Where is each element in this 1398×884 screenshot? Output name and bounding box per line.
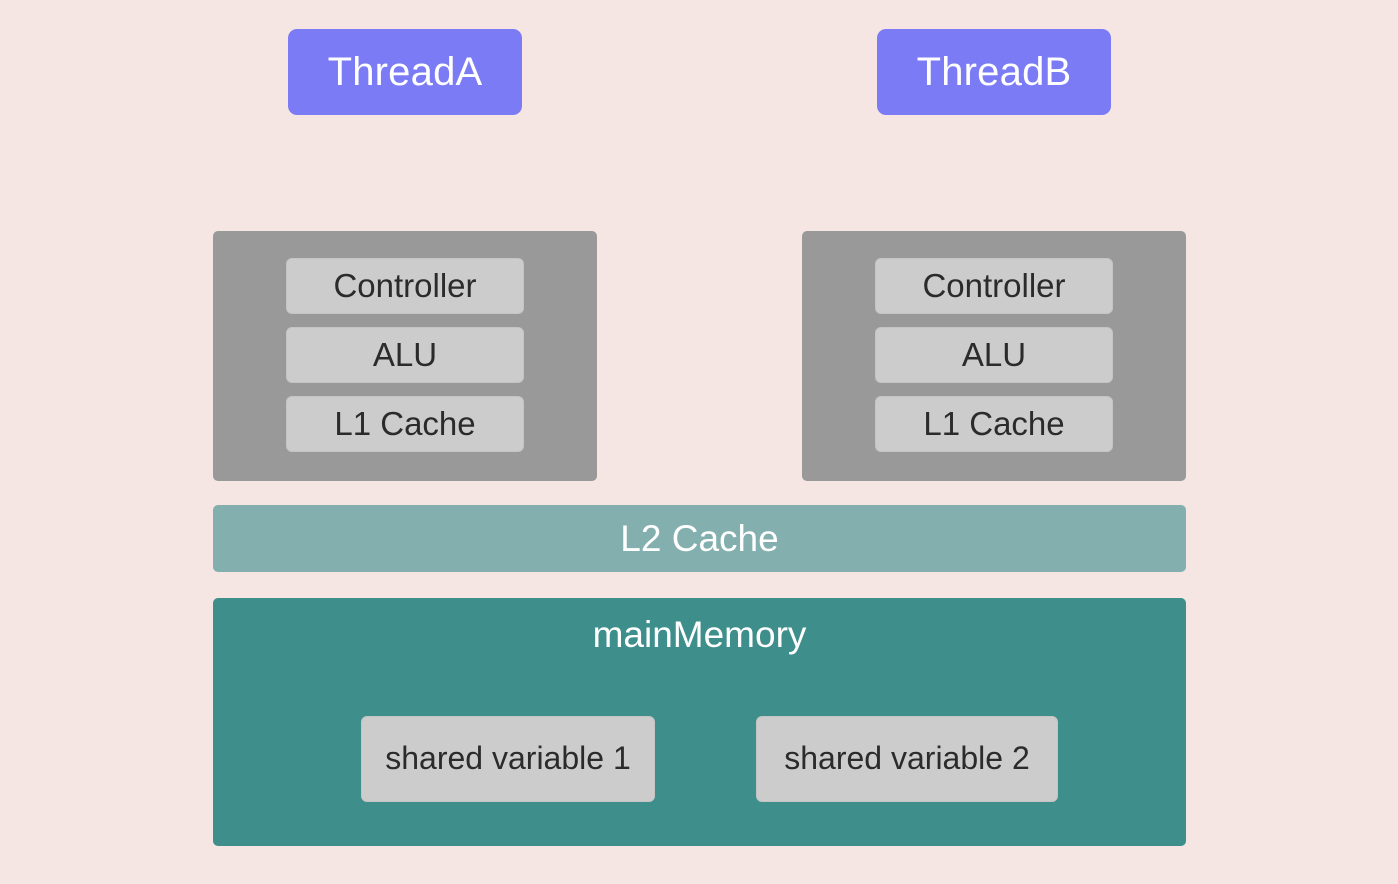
- shared-variable-1-label: shared variable 1: [385, 740, 631, 777]
- cpu-right-l1-cache-label: L1 Cache: [923, 404, 1065, 442]
- thread-box-b[interactable]: ThreadB: [877, 29, 1111, 115]
- cpu-right-alu[interactable]: ALU: [875, 327, 1113, 383]
- cpu-left-alu-label: ALU: [372, 335, 438, 373]
- cpu-right-alu-label: ALU: [961, 335, 1027, 373]
- memory-model-diagram: ThreadA ThreadB Controller ALU L1 Cache …: [0, 0, 1398, 884]
- cpu-right-controller-label: Controller: [922, 266, 1066, 304]
- cpu-left-alu[interactable]: ALU: [286, 327, 524, 383]
- l2-cache-box[interactable]: L2 Cache: [213, 505, 1186, 572]
- shared-variable-2-label: shared variable 2: [784, 740, 1030, 777]
- thread-b-label: ThreadB: [916, 49, 1072, 94]
- thread-a-label: ThreadA: [327, 49, 483, 94]
- cpu-left-l1-cache-label: L1 Cache: [334, 404, 476, 442]
- main-memory-label: mainMemory: [592, 614, 807, 655]
- cpu-left-controller[interactable]: Controller: [286, 258, 524, 314]
- cpu-right-l1-cache[interactable]: L1 Cache: [875, 396, 1113, 452]
- main-memory-box[interactable]: mainMemory shared variable 1 shared vari…: [213, 598, 1186, 846]
- cpu-core-left[interactable]: Controller ALU L1 Cache: [213, 231, 597, 481]
- cpu-left-controller-label: Controller: [333, 266, 477, 304]
- cpu-right-controller[interactable]: Controller: [875, 258, 1113, 314]
- shared-variable-2-box[interactable]: shared variable 2: [756, 716, 1058, 802]
- thread-box-a[interactable]: ThreadA: [288, 29, 522, 115]
- shared-variable-1-box[interactable]: shared variable 1: [361, 716, 655, 802]
- cpu-left-l1-cache[interactable]: L1 Cache: [286, 396, 524, 452]
- l2-cache-label: L2 Cache: [620, 517, 779, 559]
- cpu-core-right[interactable]: Controller ALU L1 Cache: [802, 231, 1186, 481]
